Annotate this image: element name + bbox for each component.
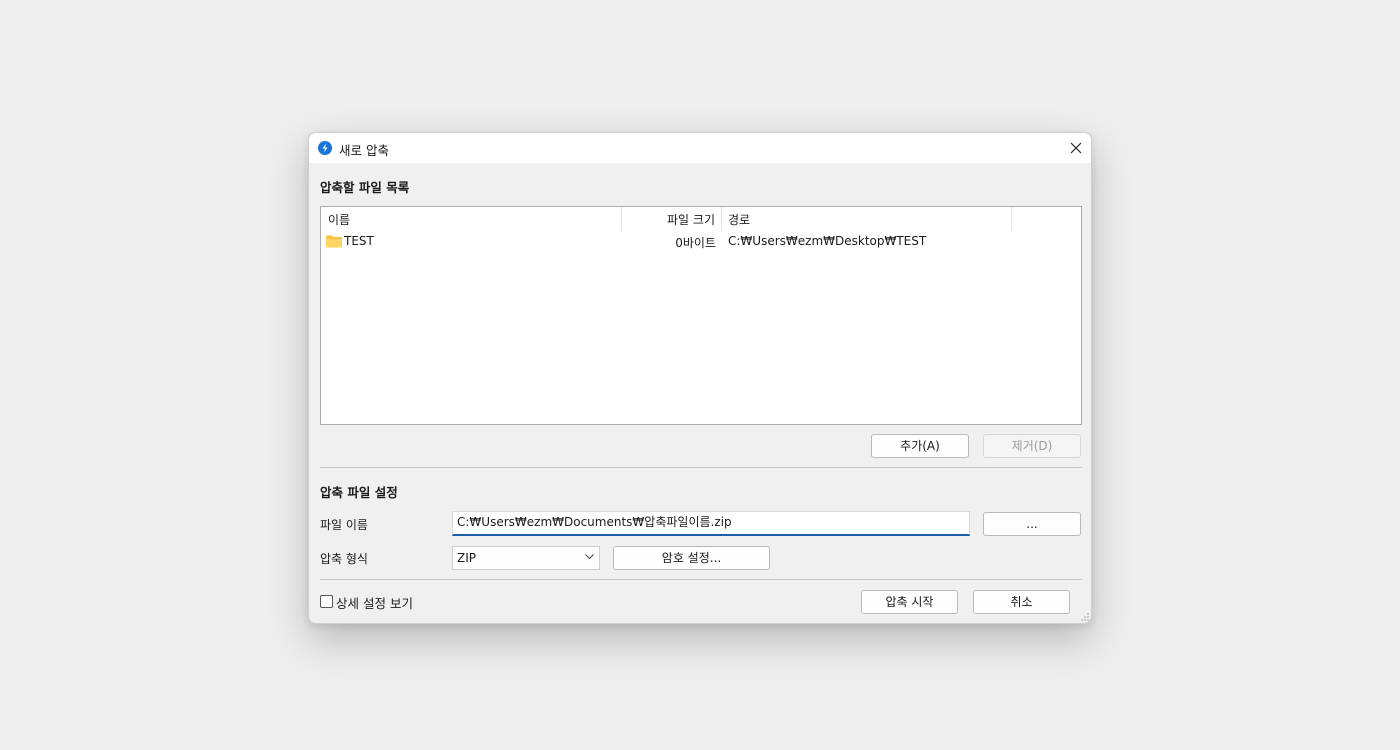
cancel-button[interactable]: 취소 (973, 590, 1070, 614)
divider (320, 467, 1082, 468)
close-button[interactable] (1061, 133, 1091, 163)
app-logo-icon (318, 141, 332, 155)
add-button[interactable]: 추가(A) (871, 434, 969, 458)
list-item[interactable]: TEST 0바이트 C:₩Users₩ezm₩Desktop₩TEST (321, 232, 1081, 252)
filename-input[interactable]: C:₩Users₩ezm₩Documents₩압축파일이름.zip (452, 511, 970, 536)
file-name-cell: TEST (344, 234, 374, 248)
divider (320, 579, 1082, 580)
file-size-cell: 0바이트 (675, 236, 716, 250)
compress-dialog: 새로 압축 압축할 파일 목록 이름 파일 크기 경로 TEST 0바이트 C:… (308, 132, 1092, 624)
password-settings-button[interactable]: 암호 설정... (613, 546, 770, 570)
chevron-down-icon (585, 554, 594, 560)
title-bar: 새로 압축 (309, 133, 1091, 163)
folder-icon (326, 235, 342, 248)
close-icon (1070, 142, 1082, 154)
format-select-value: ZIP (457, 551, 476, 565)
column-header-name[interactable]: 이름 (328, 211, 350, 228)
column-separator[interactable] (1011, 207, 1012, 231)
resize-grip-icon[interactable] (1081, 613, 1089, 621)
format-label: 압축 형식 (320, 552, 368, 566)
advanced-settings-label[interactable]: 상세 설정 보기 (336, 593, 413, 612)
start-compress-button[interactable]: 압축 시작 (861, 590, 958, 614)
column-separator[interactable] (721, 207, 722, 231)
column-header-path[interactable]: 경로 (728, 211, 750, 228)
browse-button[interactable]: ... (983, 512, 1081, 536)
settings-section-title: 압축 파일 설정 (320, 485, 398, 500)
filename-label: 파일 이름 (320, 518, 368, 532)
format-select[interactable]: ZIP (452, 546, 600, 570)
column-header-size[interactable]: 파일 크기 (622, 211, 715, 228)
advanced-settings-checkbox[interactable] (320, 595, 333, 608)
file-list[interactable]: 이름 파일 크기 경로 TEST 0바이트 C:₩Users₩ezm₩Deskt… (320, 206, 1082, 425)
file-path-cell: C:₩Users₩ezm₩Desktop₩TEST (728, 234, 927, 248)
file-list-section-title: 압축할 파일 목록 (320, 180, 410, 195)
window-title: 새로 압축 (339, 143, 389, 158)
remove-button[interactable]: 제거(D) (983, 434, 1081, 458)
